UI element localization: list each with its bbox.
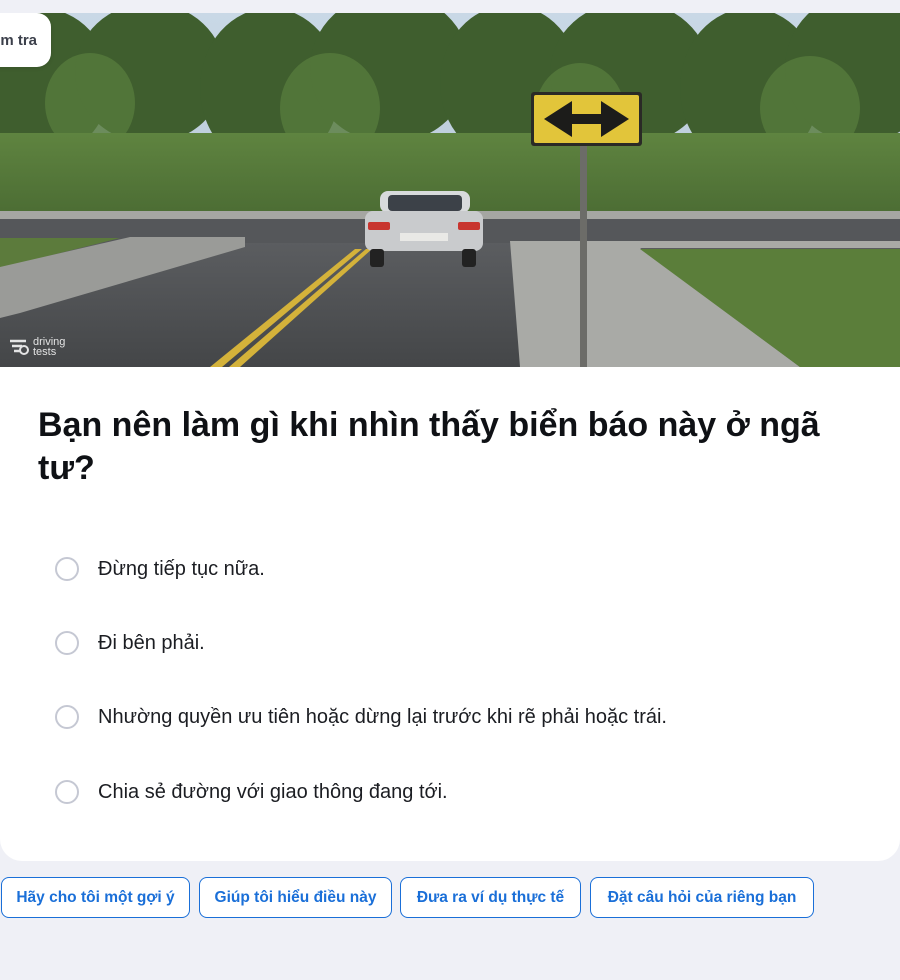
radio-button-icon[interactable] xyxy=(55,780,79,804)
question-card: m tra driving tests Bạn nên làm gì khi n… xyxy=(0,13,900,861)
answer-option-3[interactable]: Nhường quyền ưu tiên hoặc dừng lại trước… xyxy=(55,702,667,732)
radio-button-icon[interactable] xyxy=(55,705,79,729)
radio-button-icon[interactable] xyxy=(55,631,79,655)
example-chip-button[interactable]: Đưa ra ví dụ thực tế xyxy=(400,877,581,918)
answer-label: Chia sẻ đường với giao thông đang tới. xyxy=(98,780,448,803)
question-text: Bạn nên làm gì khi nhìn thấy biển báo nà… xyxy=(38,406,820,487)
test-tab-chip[interactable]: m tra xyxy=(0,13,51,67)
answer-label: Đừng tiếp tục nữa. xyxy=(98,557,265,580)
answer-label: Đi bên phải. xyxy=(98,631,205,654)
drivingtests-logo-icon xyxy=(10,339,29,355)
test-tab-label: m tra xyxy=(0,31,37,49)
ask-question-chip-button[interactable]: Đặt câu hỏi của riêng bạn xyxy=(590,877,814,918)
radio-button-icon[interactable] xyxy=(55,557,79,581)
answer-option-2[interactable]: Đi bên phải. xyxy=(55,628,205,658)
watermark-line2: tests xyxy=(33,346,57,358)
explain-chip-button[interactable]: Giúp tôi hiểu điều này xyxy=(199,877,392,918)
hint-chip-button[interactable]: Hãy cho tôi một gợi ý xyxy=(1,877,190,918)
drivingtests-watermark: driving tests xyxy=(8,337,65,358)
answer-option-4[interactable]: Chia sẻ đường với giao thông đang tới. xyxy=(55,777,448,807)
road-sign-scene-image xyxy=(0,13,900,367)
answer-label: Nhường quyền ưu tiên hoặc dừng lại trước… xyxy=(98,705,667,728)
answer-option-1[interactable]: Đừng tiếp tục nữa. xyxy=(55,554,265,584)
